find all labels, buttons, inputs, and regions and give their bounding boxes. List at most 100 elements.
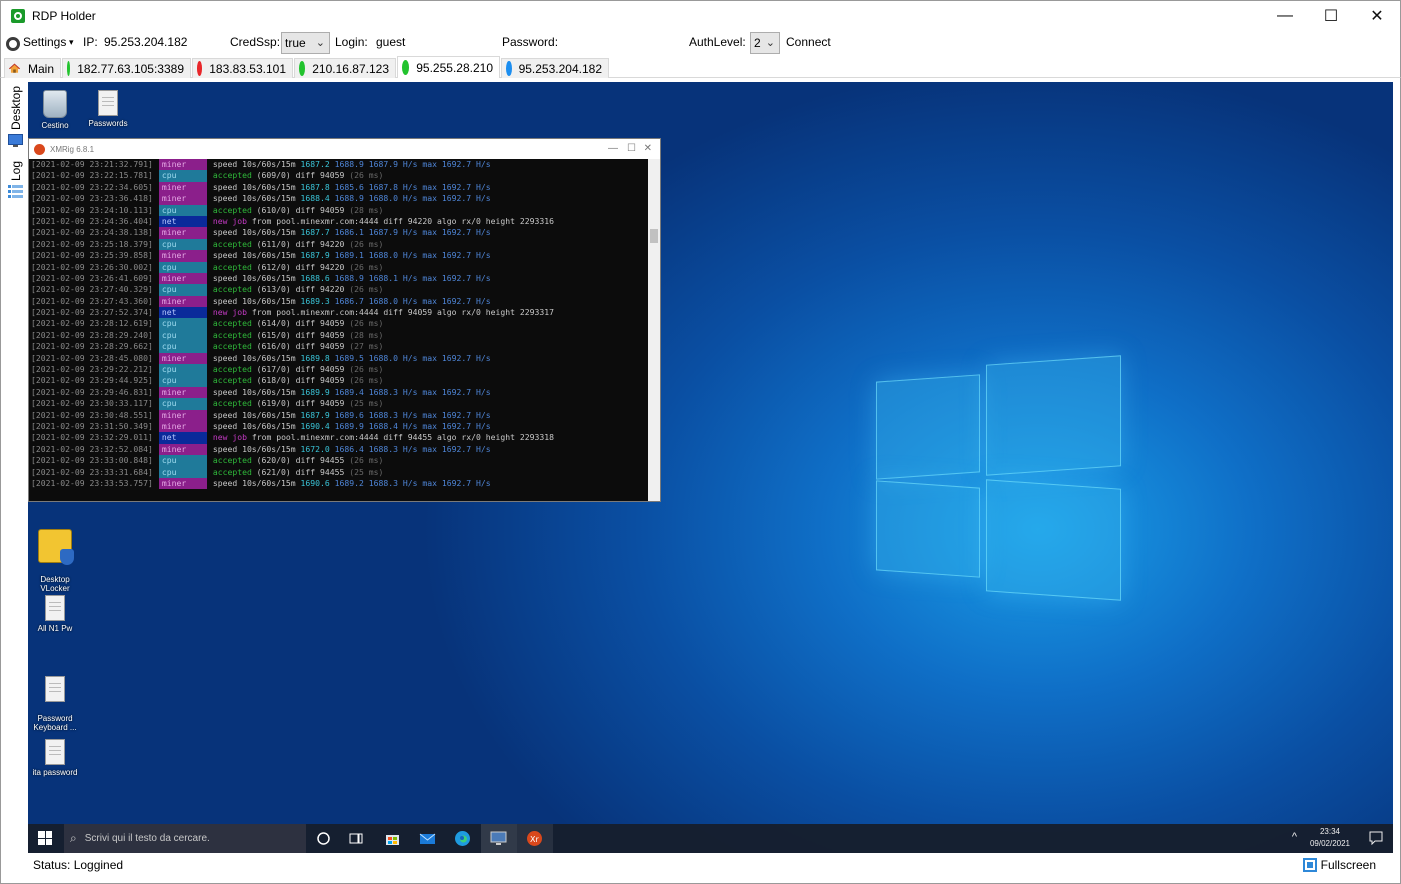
tab-main[interactable]: Main [4, 58, 61, 78]
console-line: [2021-02-09 23:33:00.848] cpu accepted (62… [31, 455, 648, 467]
credssp-label: CredSsp: [230, 35, 281, 49]
desktop-icon-all-pw[interactable]: All N1 Pw [28, 595, 85, 633]
console-line: [2021-02-09 23:29:22.212] cpu accepted (61… [31, 364, 648, 376]
taskbar-app-xmrig[interactable]: Xr [517, 824, 553, 853]
log-timestamp: [2021-02-09 23:27:43.360] [31, 295, 153, 306]
ip-label: IP: [83, 35, 98, 49]
console-line: [2021-02-09 23:28:29.240] cpu accepted (61… [31, 329, 648, 342]
store-icon[interactable] [384, 830, 401, 847]
new-job-label: new job [212, 432, 247, 443]
scrollbar-thumb[interactable] [650, 229, 658, 243]
tab-session[interactable]: 183.83.53.101 [192, 58, 293, 78]
desktop-icon-recycle-bin[interactable]: Cestino [28, 90, 85, 130]
speed-15m: 1688.3 [368, 477, 399, 488]
accepted-label: accepted [212, 455, 252, 466]
tab-session[interactable]: 95.253.204.182 [501, 58, 609, 78]
console-line: [2021-02-09 23:27:52.374] net new job from… [31, 307, 648, 319]
minimize-button[interactable]: — [1262, 1, 1308, 31]
authlevel-label: AuthLevel: [689, 35, 746, 49]
speed-60s: 1688.9 [334, 272, 364, 283]
xmrig-console-window[interactable]: XMRig 6.8.1 — ☐ ✕ [2021-02-09 23:21:32.7… [28, 138, 661, 502]
accepted-label: accepted [212, 329, 252, 340]
speed-label: speed 10s/60s/15m [212, 250, 301, 261]
log-timestamp: [2021-02-09 23:30:48.551] [31, 409, 153, 420]
search-placeholder: Scrivi qui il testo da cercare. [84, 833, 210, 844]
ip-value[interactable]: 95.253.204.182 [104, 35, 187, 49]
task-view-icon[interactable] [348, 830, 365, 847]
console-line: [2021-02-09 23:29:46.831] miner speed 10s/… [31, 386, 648, 399]
tab-session[interactable]: 182.77.63.105:3389 [62, 58, 191, 78]
taskbar-search-box[interactable]: ⌕ Scrivi qui il testo da cercare. [64, 824, 306, 853]
console-line: [2021-02-09 23:27:43.360] miner speed 10s/… [31, 295, 648, 308]
tray-time[interactable]: 23:34 [1305, 827, 1355, 836]
fullscreen-button[interactable]: Fullscreen [1302, 858, 1376, 872]
connect-button[interactable]: Connect [786, 35, 831, 49]
windows-start-icon[interactable] [38, 831, 52, 845]
log-timestamp: [2021-02-09 23:22:15.781] [31, 170, 153, 181]
share-info: (613/0) diff 94220 [251, 284, 350, 295]
desktop-icon-vlocker[interactable]: Desktop VLocker [28, 520, 85, 593]
console-minimize-button[interactable]: — [608, 143, 618, 154]
taskbar-app-active[interactable] [481, 824, 517, 853]
speed-60s: 1686.4 [334, 443, 364, 454]
speed-10s: 1687.2 [300, 159, 330, 169]
settings-menu[interactable]: Settings [23, 35, 66, 49]
accepted-label: accepted [212, 398, 252, 409]
job-info: from pool.minexmr.com:4444 diff 94059 al… [246, 307, 554, 318]
speed-15m: 1687.8 [368, 181, 399, 192]
share-info: (618/0) diff 94059 [251, 375, 350, 386]
tab-label: 95.253.204.182 [518, 61, 602, 76]
log-tag-miner: miner [158, 193, 207, 205]
remote-desktop-view[interactable]: Cestino Passwords Desktop VLocker All N1… [28, 82, 1393, 853]
cortana-icon[interactable] [315, 830, 332, 847]
log-timestamp: [2021-02-09 23:24:36.404] [31, 215, 153, 226]
authlevel-select[interactable]: 2 ⌄ [750, 32, 780, 54]
log-timestamp: [2021-02-09 23:26:41.609] [31, 272, 153, 283]
credssp-value: true [285, 36, 306, 50]
share-info: (615/0) diff 94059 [251, 329, 350, 340]
side-tab-desktop[interactable]: Desktop [7, 84, 25, 132]
log-tag-net: net [158, 432, 207, 444]
console-line: [2021-02-09 23:25:39.858] miner speed 10s/… [31, 250, 648, 262]
window-title: RDP Holder [32, 9, 96, 23]
maximize-button[interactable]: ☐ [1308, 1, 1354, 31]
windows-logo-wallpaper [876, 354, 1123, 609]
speed-60s: 1689.5 [334, 352, 364, 363]
log-timestamp: [2021-02-09 23:26:30.002] [31, 261, 153, 272]
log-tag-cpu: cpu [158, 284, 207, 296]
share-info: (612/0) diff 94220 [251, 261, 350, 272]
console-maximize-button[interactable]: ☐ [627, 143, 636, 154]
tray-date[interactable]: 09/02/2021 [1305, 839, 1355, 848]
status-bar: Status: Loggined Fullscreen [0, 853, 1401, 884]
notification-icon[interactable] [1369, 831, 1383, 845]
edge-browser-icon[interactable] [454, 830, 471, 847]
speed-60s: 1685.6 [334, 181, 364, 192]
share-info: (610/0) diff 94059 [251, 204, 350, 215]
tab-session[interactable]: 210.16.87.123 [294, 58, 396, 78]
accepted-label: accepted [212, 466, 252, 477]
console-line: [2021-02-09 23:24:10.113] cpu accepted (61… [31, 204, 648, 216]
wallpaper-pane [986, 479, 1121, 601]
log-tag-cpu: cpu [158, 261, 207, 273]
speed-10s: 1688.6 [300, 272, 330, 283]
speed-60s: 1686.7 [334, 295, 364, 306]
file-icon [45, 739, 65, 765]
console-line: [2021-02-09 23:22:15.781] cpu accepted (60… [31, 170, 648, 182]
chevron-up-icon[interactable]: ^ [1292, 831, 1297, 843]
side-tab-log[interactable]: Log [7, 160, 25, 182]
settings-caret-icon[interactable]: ▾ [69, 37, 74, 48]
desktop-icon-ita-password[interactable]: ita password [28, 739, 85, 777]
connection-toolbar: Settings ▾ IP: 95.253.204.182 CredSsp: t… [0, 31, 1401, 56]
console-close-button[interactable]: ✕ [644, 143, 652, 154]
console-scrollbar[interactable] [648, 159, 660, 501]
desktop-icon-password-keyboard[interactable]: Password Keyboard ... [28, 667, 85, 732]
log-timestamp: [2021-02-09 23:22:34.605] [31, 181, 153, 192]
credssp-select[interactable]: true ⌄ [281, 32, 330, 54]
log-timestamp: [2021-02-09 23:29:22.212] [31, 364, 153, 375]
close-button[interactable]: ✕ [1354, 1, 1400, 31]
login-value[interactable]: guest [376, 35, 405, 49]
gear-icon[interactable] [6, 36, 20, 51]
tab-session-active[interactable]: 95.255.28.210 [397, 56, 500, 78]
desktop-icon-passwords[interactable]: Passwords [78, 90, 138, 128]
mail-icon[interactable] [419, 830, 436, 847]
